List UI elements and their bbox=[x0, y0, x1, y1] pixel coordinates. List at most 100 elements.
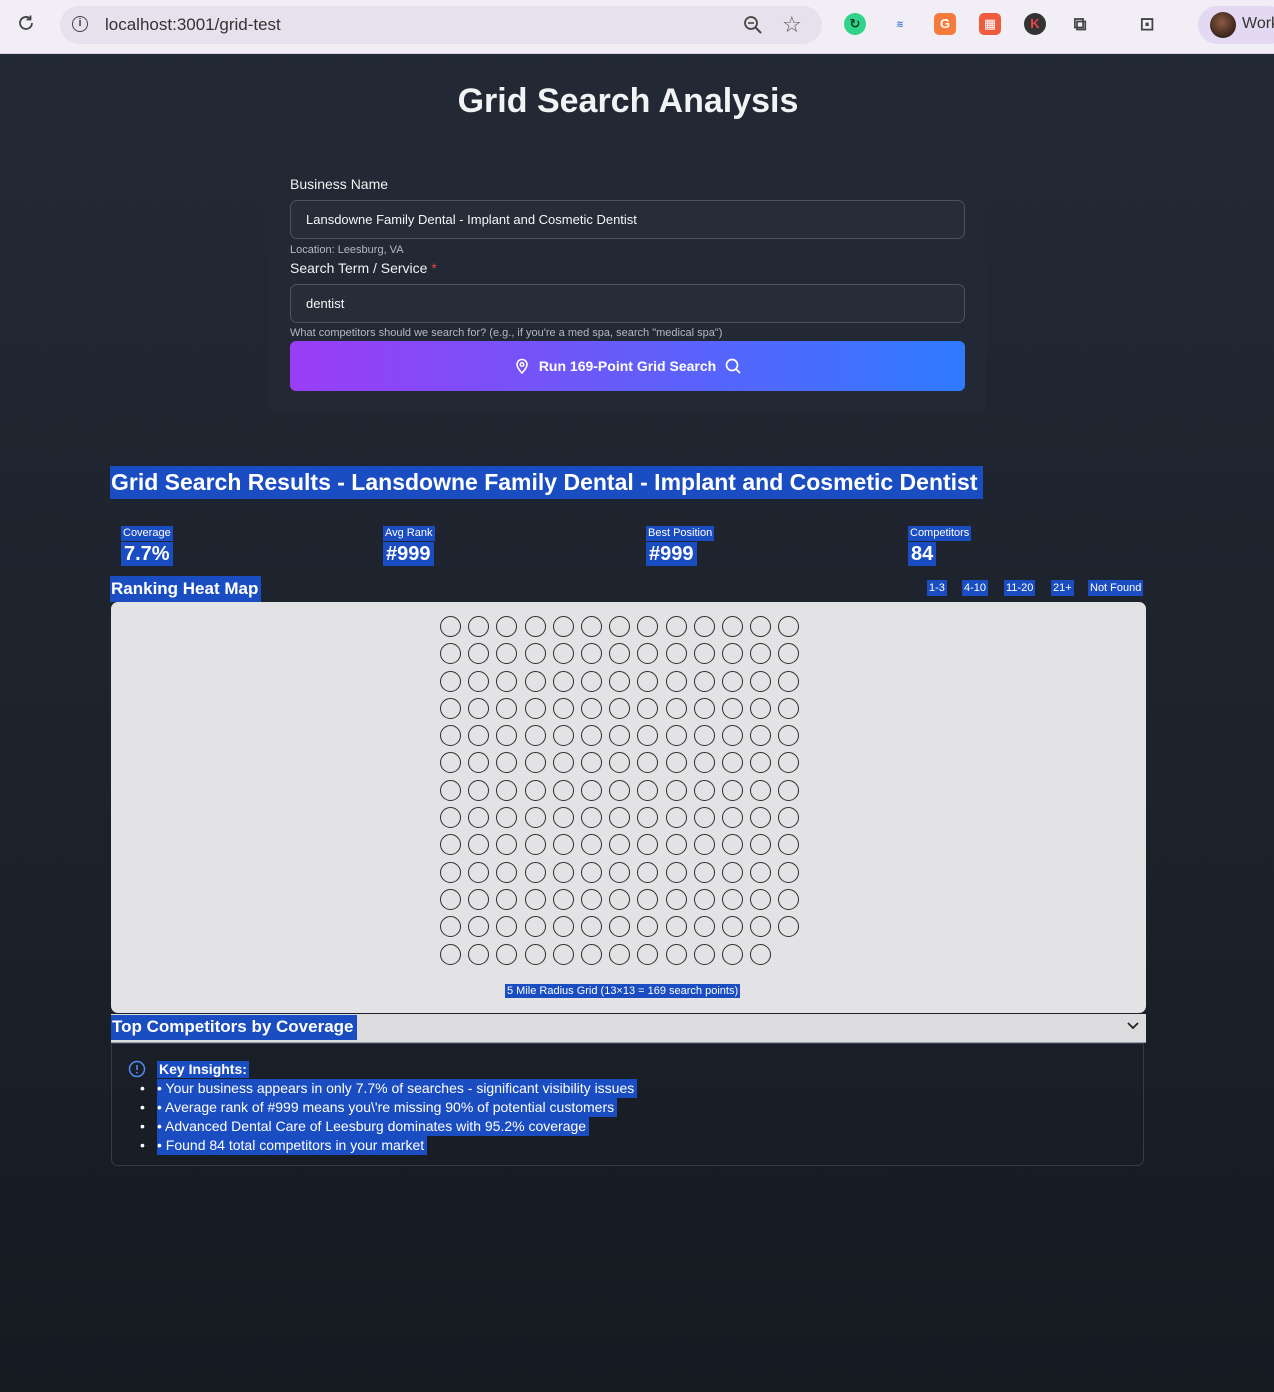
grid-point[interactable] bbox=[637, 725, 659, 747]
grid-point[interactable] bbox=[524, 807, 546, 829]
grid-point[interactable] bbox=[609, 616, 631, 637]
business-name-input[interactable] bbox=[290, 200, 965, 239]
grid-point[interactable] bbox=[609, 943, 631, 965]
grid-point[interactable] bbox=[496, 916, 518, 938]
grid-point[interactable] bbox=[721, 779, 743, 801]
grid-point[interactable] bbox=[778, 697, 800, 719]
grid-point[interactable] bbox=[637, 670, 659, 692]
chevron-down-icon[interactable] bbox=[1126, 1018, 1140, 1032]
grid-point[interactable] bbox=[552, 861, 574, 883]
grid-point[interactable] bbox=[637, 888, 659, 910]
grid-point[interactable] bbox=[440, 888, 461, 910]
grid-point[interactable] bbox=[580, 807, 602, 829]
grid-point[interactable] bbox=[693, 861, 715, 883]
grid-point[interactable] bbox=[778, 807, 800, 829]
extension-icon-green[interactable]: ↻ bbox=[844, 13, 866, 35]
grid-point[interactable] bbox=[750, 697, 772, 719]
grid-point[interactable] bbox=[750, 752, 772, 774]
grid-point[interactable] bbox=[721, 643, 743, 665]
grid-point[interactable] bbox=[778, 616, 800, 637]
grid-point[interactable] bbox=[580, 779, 602, 801]
grid-point[interactable] bbox=[721, 834, 743, 856]
grid-point[interactable] bbox=[778, 779, 800, 801]
grid-point[interactable] bbox=[496, 725, 518, 747]
grid-point[interactable] bbox=[496, 888, 518, 910]
grid-point[interactable] bbox=[778, 834, 800, 856]
grid-point[interactable] bbox=[580, 943, 602, 965]
grid-point[interactable] bbox=[609, 670, 631, 692]
grid-point[interactable] bbox=[637, 697, 659, 719]
site-info-icon[interactable]: i bbox=[72, 16, 88, 32]
grid-point[interactable] bbox=[468, 725, 490, 747]
grid-point[interactable] bbox=[721, 888, 743, 910]
grid-point[interactable] bbox=[524, 834, 546, 856]
grid-point[interactable] bbox=[665, 807, 687, 829]
grid-point[interactable] bbox=[552, 779, 574, 801]
grid-point[interactable] bbox=[496, 834, 518, 856]
grid-point[interactable] bbox=[609, 779, 631, 801]
grid-point[interactable] bbox=[552, 834, 574, 856]
grid-point[interactable] bbox=[609, 888, 631, 910]
grid-point[interactable] bbox=[637, 779, 659, 801]
grid-point[interactable] bbox=[665, 834, 687, 856]
grid-point[interactable] bbox=[580, 752, 602, 774]
search-term-input[interactable] bbox=[290, 284, 965, 323]
grid-point[interactable] bbox=[778, 752, 800, 774]
grid-point[interactable] bbox=[750, 670, 772, 692]
grid-point[interactable] bbox=[693, 943, 715, 965]
grid-point[interactable] bbox=[440, 779, 461, 801]
grid-point[interactable] bbox=[750, 861, 772, 883]
extension-icon-blue[interactable]: ≋ bbox=[889, 13, 911, 35]
grid-point[interactable] bbox=[693, 834, 715, 856]
grid-point[interactable] bbox=[609, 861, 631, 883]
grid-point[interactable] bbox=[496, 779, 518, 801]
grid-point[interactable] bbox=[609, 725, 631, 747]
grid-point[interactable] bbox=[750, 834, 772, 856]
grid-point[interactable] bbox=[721, 697, 743, 719]
extension-icon-calendar[interactable]: ▦ bbox=[979, 13, 1001, 35]
grid-point[interactable] bbox=[580, 616, 602, 637]
grid-point[interactable] bbox=[721, 670, 743, 692]
grid-point[interactable] bbox=[609, 834, 631, 856]
grid-point[interactable] bbox=[468, 752, 490, 774]
grid-point[interactable] bbox=[440, 725, 461, 747]
grid-point[interactable] bbox=[637, 861, 659, 883]
grid-point[interactable] bbox=[750, 943, 772, 965]
grid-point[interactable] bbox=[637, 643, 659, 665]
grid-point[interactable] bbox=[721, 725, 743, 747]
run-grid-search-button[interactable]: Run 169-Point Grid Search bbox=[290, 341, 965, 391]
grid-point[interactable] bbox=[524, 616, 546, 637]
grid-point[interactable] bbox=[665, 943, 687, 965]
grid-point[interactable] bbox=[440, 807, 461, 829]
grid-point[interactable] bbox=[693, 752, 715, 774]
grid-point[interactable] bbox=[693, 888, 715, 910]
competitors-accordion[interactable]: Top Competitors by Coverage bbox=[111, 1014, 1146, 1043]
grid-point[interactable] bbox=[524, 725, 546, 747]
grid-point[interactable] bbox=[665, 916, 687, 938]
grid-point[interactable] bbox=[750, 888, 772, 910]
grid-point[interactable] bbox=[609, 916, 631, 938]
grid-point[interactable] bbox=[496, 697, 518, 719]
grid-point[interactable] bbox=[524, 643, 546, 665]
grid-point[interactable] bbox=[721, 807, 743, 829]
grid-point[interactable] bbox=[552, 643, 574, 665]
grid-point[interactable] bbox=[468, 834, 490, 856]
grid-point[interactable] bbox=[637, 916, 659, 938]
grid-point[interactable] bbox=[609, 643, 631, 665]
grid-point[interactable] bbox=[609, 697, 631, 719]
grid-point[interactable] bbox=[665, 861, 687, 883]
grid-point[interactable] bbox=[468, 916, 490, 938]
grid-point[interactable] bbox=[440, 616, 461, 637]
grid-point[interactable] bbox=[468, 697, 490, 719]
grid-point[interactable] bbox=[778, 725, 800, 747]
grid-point[interactable] bbox=[665, 670, 687, 692]
grid-point[interactable] bbox=[609, 807, 631, 829]
grid-point[interactable] bbox=[693, 670, 715, 692]
grid-point[interactable] bbox=[637, 834, 659, 856]
url-text[interactable]: localhost:3001/grid-test bbox=[105, 15, 281, 35]
grid-point[interactable] bbox=[552, 943, 574, 965]
grid-point[interactable] bbox=[440, 916, 461, 938]
grid-point[interactable] bbox=[524, 670, 546, 692]
grid-point[interactable] bbox=[580, 725, 602, 747]
grid-point[interactable] bbox=[665, 616, 687, 637]
